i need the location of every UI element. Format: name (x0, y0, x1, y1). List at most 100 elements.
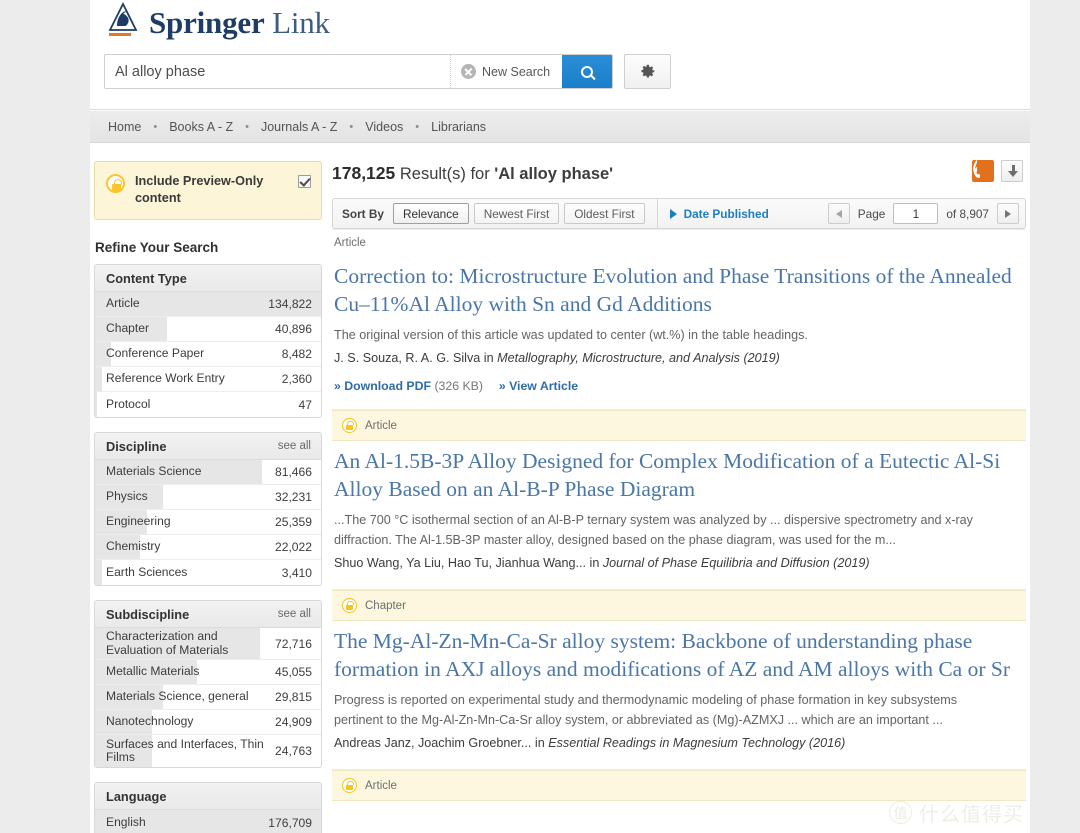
primary-nav: Home • Books A - Z • Journals A - Z • Vi… (90, 111, 1030, 143)
search-input[interactable] (105, 55, 450, 88)
facet-row[interactable]: Engineering 25,359 (95, 510, 321, 535)
nav-item-librarians[interactable]: Librarians (431, 120, 486, 134)
sort-button-newest-first[interactable]: Newest First (473, 203, 560, 224)
facet-count: 8,482 (281, 347, 312, 361)
facet-discipline: Discipline see all Materials Science 81,… (94, 432, 322, 586)
facet-row[interactable]: Reference Work Entry 2,360 (95, 367, 321, 392)
facet-see-all-link[interactable]: see all (278, 608, 311, 620)
pagination: Page of 8,907 (827, 203, 1019, 224)
facet-count: 32,231 (275, 490, 312, 504)
facet-row[interactable]: Characterization and Evaluation of Mater… (95, 628, 321, 660)
facet-title: Discipline (106, 438, 167, 454)
search-submit-button[interactable] (562, 55, 613, 88)
facet-count: 25,359 (275, 515, 312, 529)
result-author-names: J. S. Souza, R. A. G. Silva in (334, 351, 498, 365)
prev-page-button[interactable] (827, 203, 850, 224)
brand-wordmark: Springer Link (149, 7, 330, 38)
page-number-input[interactable] (893, 203, 939, 224)
nav-item-journals-a-z[interactable]: Journals A - Z (261, 120, 337, 134)
facet-label: Chapter (106, 321, 150, 336)
brand-name-light: Link (272, 4, 330, 40)
facet-count: 134,822 (268, 297, 312, 311)
facet-label: Physics (106, 489, 148, 504)
facet-count: 40,896 (275, 322, 312, 336)
facet-row[interactable]: English 176,709 (95, 810, 321, 833)
facet-title: Language (106, 788, 167, 804)
facet-row[interactable]: Article 134,822 (95, 292, 321, 317)
sort-button-relevance[interactable]: Relevance (392, 203, 469, 224)
facet-row[interactable]: Conference Paper 8,482 (95, 342, 321, 367)
facet-count: 72,716 (275, 636, 312, 651)
result-source: Journal of Phase Equilibria and Diffusio… (602, 556, 870, 570)
result-title-link[interactable]: Correction to: Microstructure Evolution … (334, 262, 1018, 318)
result-title-link[interactable]: The Mg-Al-Zn-Mn-Ca-Sr alloy system: Back… (334, 627, 1018, 683)
nav-item-videos[interactable]: Videos (365, 120, 403, 134)
sort-by-label: Sort By (342, 206, 384, 221)
facet-row[interactable]: Protocol 47 (95, 392, 321, 417)
facet-row[interactable]: Surfaces and Interfaces, Thin Films 24,7… (95, 735, 321, 767)
include-preview-only-checkbox[interactable] (298, 175, 311, 188)
result-authors: Andreas Janz, Joachim Groebner... in Ess… (334, 733, 1018, 753)
facet-row[interactable]: Materials Science, general 29,815 (95, 685, 321, 710)
facet-label: Surfaces and Interfaces, Thin Films (106, 736, 264, 764)
facet-row[interactable]: Earth Sciences 3,410 (95, 560, 321, 585)
date-published-label: Date Published (683, 206, 769, 221)
rss-feed-button[interactable] (967, 159, 994, 182)
facet-count: 29,815 (275, 690, 312, 704)
include-preview-only-label: Include Preview-Only content (135, 174, 264, 205)
facet-label: Reference Work Entry (106, 371, 225, 386)
new-search-button[interactable]: New Search (450, 55, 562, 88)
facet-row[interactable]: Metallic Materials 45,055 (95, 660, 321, 685)
triangle-right-icon (1005, 209, 1011, 218)
clear-circle-icon[interactable] (461, 64, 476, 79)
result-type-bar: Article (332, 770, 1026, 801)
result-body: Correction to: Microstructure Evolution … (332, 256, 1026, 409)
facet-bar (95, 367, 102, 391)
facet-count: 24,909 (275, 715, 312, 729)
result-type-label: Article (365, 419, 397, 432)
include-preview-only-box[interactable]: Include Preview-Only content (94, 161, 322, 220)
result-snippet: Progress is reported on experimental stu… (334, 693, 957, 727)
nav-item-home[interactable]: Home (108, 120, 141, 134)
facet-bar (95, 392, 98, 417)
facet-language: Language English 176,709 (94, 782, 322, 833)
springer-horse-logo-icon (104, 0, 142, 44)
result-item: Chapter The Mg-Al-Zn-Mn-Ca-Sr alloy syst… (332, 589, 1026, 769)
nav-item-books-a-z[interactable]: Books A - Z (169, 120, 233, 134)
facet-row[interactable]: Chemistry 22,022 (95, 535, 321, 560)
facet-count: 3,410 (281, 565, 312, 580)
result-author-names: Shuo Wang, Ya Liu, Hao Tu, Jianhua Wang.… (334, 556, 603, 570)
result-type-label: Article (365, 779, 397, 792)
facet-row[interactable]: Nanotechnology 24,909 (95, 710, 321, 735)
facet-label: Conference Paper (106, 346, 205, 361)
springer-link-logo[interactable]: Springer Link (104, 0, 330, 44)
facet-count: 45,055 (275, 665, 312, 679)
search-settings-button[interactable] (624, 54, 672, 89)
facet-label: Engineering (106, 514, 171, 529)
facet-count: 24,763 (275, 744, 312, 758)
result-item: Article (332, 769, 1026, 801)
download-pdf-link[interactable]: » Download PDF (334, 379, 431, 393)
next-page-button[interactable] (997, 203, 1019, 224)
facet-label: Protocol (106, 396, 151, 411)
facet-subdiscipline: Subdiscipline see all Characterization a… (94, 600, 322, 768)
result-type-bar: Article (332, 410, 1026, 441)
facet-row[interactable]: Chapter 40,896 (95, 317, 321, 342)
facet-title: Subdiscipline (106, 606, 190, 622)
download-results-button[interactable] (1001, 160, 1023, 182)
lock-icon (342, 778, 357, 793)
date-published-filter[interactable]: Date Published (669, 206, 769, 221)
result-type-label: Article (334, 237, 366, 249)
facet-count: 22,022 (275, 540, 312, 554)
divider (656, 198, 658, 229)
result-title-link[interactable]: An Al-1.5B-3P Alloy Designed for Complex… (334, 447, 1018, 503)
view-article-link[interactable]: » View Article (499, 379, 578, 393)
magnifier-icon (581, 65, 594, 78)
sort-button-oldest-first[interactable]: Oldest First (564, 203, 645, 224)
result-type-bar: Chapter (332, 590, 1026, 621)
facet-row[interactable]: Materials Science 81,466 (95, 460, 321, 485)
nav-separator: • (153, 120, 158, 133)
facet-see-all-link[interactable]: see all (278, 440, 311, 452)
facet-row[interactable]: Physics 32,231 (95, 485, 321, 510)
facet-label: English (106, 814, 146, 829)
